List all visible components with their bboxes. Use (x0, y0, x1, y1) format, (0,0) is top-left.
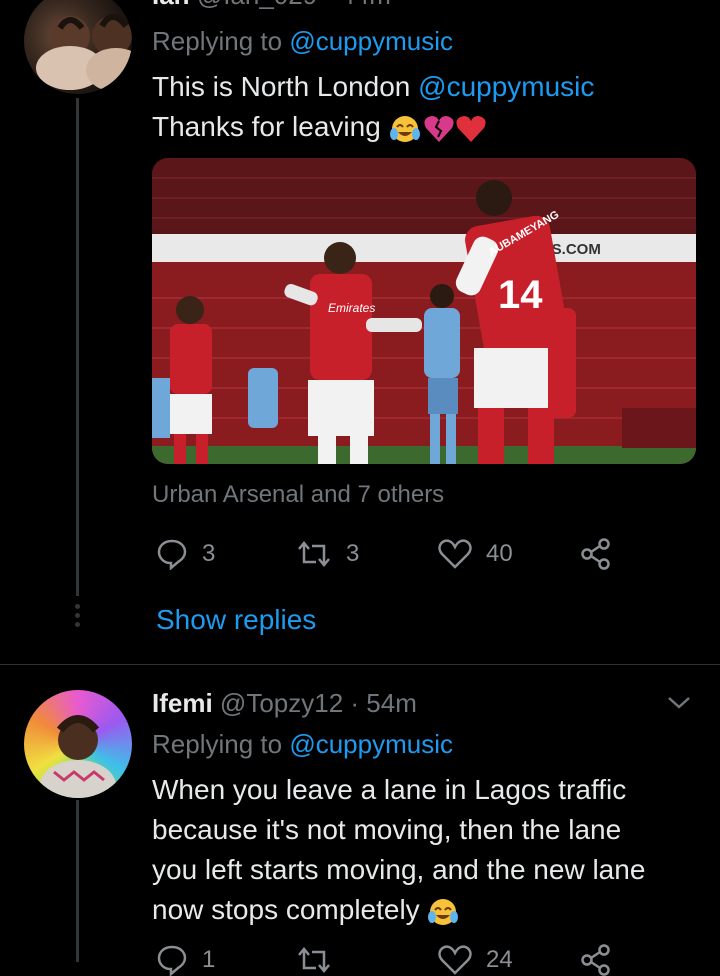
tweet-text-line: because it's not moving, then the lane (152, 814, 622, 845)
replying-to: Replying to @cuppymusic (152, 727, 453, 761)
reply-icon (157, 945, 187, 976)
tears-of-joy-emoji-icon (428, 898, 459, 925)
avatar-photo (36, 14, 132, 92)
replying-to: Replying to @cuppymusic (152, 24, 453, 58)
tweet-header: Ifemi @Topzy12 · 54m (152, 686, 417, 720)
handle[interactable]: @Topzy12 (220, 688, 343, 718)
tweet-text: This is North London @cuppymusic Thanks … (152, 67, 712, 147)
reply-count: 1 (202, 946, 216, 973)
separator: · (350, 688, 360, 718)
retweet-icon (298, 947, 330, 973)
replying-prefix: Replying to (152, 26, 283, 56)
thread-line (76, 98, 79, 596)
replying-to-link[interactable]: @cuppymusic (289, 26, 453, 56)
tweet-actions: 1 24 (156, 944, 612, 976)
reply-count: 3 (202, 540, 216, 567)
share-icon (581, 944, 610, 976)
share-button[interactable] (580, 538, 612, 570)
display-name[interactable]: Ian (152, 0, 190, 10)
timestamp[interactable]: 44m (340, 0, 391, 10)
reply-button[interactable]: 3 (156, 538, 296, 570)
heart-icon (438, 539, 472, 569)
display-name[interactable]: Ifemi (152, 688, 213, 718)
jersey-number: 14 (498, 273, 543, 317)
retweet-button[interactable] (296, 944, 438, 976)
tweet-text-line: When you leave a lane in Lagos traffic (152, 774, 627, 805)
replying-to-link[interactable]: @cuppymusic (289, 729, 453, 759)
retweet-count: 3 (346, 540, 360, 567)
avatar-photo (40, 715, 116, 798)
avatar[interactable] (24, 690, 132, 798)
reply-button[interactable]: 1 (156, 944, 296, 976)
reply-icon (157, 539, 187, 570)
tweet-actions: 3 3 40 (156, 538, 612, 570)
tweet-text-line: you left starts moving, and the new lane (152, 854, 646, 885)
thread-line (76, 800, 79, 962)
heart-icon (438, 945, 472, 975)
tweet-header: Ian @Ian_029 · 44m (152, 0, 391, 12)
tweet-text: When you leave a lane in Lagos traffic b… (152, 770, 712, 930)
retweet-icon (298, 541, 330, 567)
thread-dots[interactable] (73, 604, 82, 627)
replying-prefix: Replying to (152, 729, 283, 759)
mention-link[interactable]: @cuppymusic (418, 71, 594, 102)
liked-by[interactable]: Urban Arsenal and 7 others (152, 478, 444, 512)
football-photo: DAS.COM Emirates AUBAMEYANG 14 (152, 158, 696, 464)
share-icon (581, 538, 610, 570)
share-button[interactable] (580, 944, 612, 976)
like-count: 24 (486, 946, 513, 973)
sponsor-text: Emirates (328, 301, 375, 315)
handle[interactable]: @Ian_029 (197, 0, 317, 10)
red-heart-icon (456, 115, 486, 142)
tears-of-joy-emoji-icon (389, 115, 420, 142)
tweet-text-line: now stops completely (152, 894, 420, 925)
timestamp[interactable]: 54m (366, 688, 417, 718)
avatar[interactable] (24, 0, 132, 94)
like-count: 40 (486, 540, 513, 567)
tweet-photo[interactable]: DAS.COM Emirates AUBAMEYANG 14 (152, 158, 696, 464)
more-options-icon[interactable] (664, 0, 694, 6)
tweet-text-line: This is North London (152, 71, 411, 102)
retweet-button[interactable]: 3 (296, 538, 438, 570)
broken-heart-icon (424, 115, 454, 142)
like-button[interactable]: 40 (438, 538, 580, 570)
tweet-divider (0, 664, 720, 665)
tweet-text-line: Thanks for leaving (152, 111, 381, 142)
like-button[interactable]: 24 (438, 944, 580, 976)
separator: · (324, 0, 340, 10)
more-options-icon[interactable] (664, 694, 694, 714)
show-replies-link[interactable]: Show replies (156, 600, 316, 640)
